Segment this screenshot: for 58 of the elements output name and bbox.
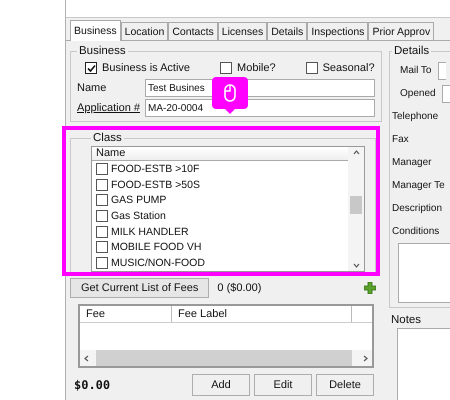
action-button[interactable]: Delete <box>316 374 374 396</box>
group-title: Class <box>92 132 123 144</box>
tab[interactable]: Licenses <box>218 22 268 40</box>
total-amount: $0.00 <box>74 378 112 392</box>
checkbox[interactable] <box>220 62 232 74</box>
list-item[interactable]: MUSIC/NON-FOOD <box>111 257 205 270</box>
checkbox[interactable] <box>96 194 108 206</box>
scrollbar[interactable] <box>80 350 372 366</box>
get-fees-button[interactable]: Get Current List of Fees <box>70 278 210 298</box>
fee-count: 0 ($0.00) <box>217 282 262 294</box>
plus-icon[interactable] <box>364 282 376 294</box>
field-label: Description <box>392 203 442 214</box>
action-button[interactable]: Edit <box>254 374 312 396</box>
checkbox[interactable] <box>96 178 108 191</box>
checkbox[interactable] <box>85 62 97 74</box>
input-field[interactable]: MA-20-0004 <box>145 98 375 116</box>
tab[interactable]: Inspections <box>307 22 368 40</box>
group-title: Details <box>393 45 430 57</box>
field-label: Conditions <box>392 226 440 237</box>
tab[interactable]: Contacts <box>168 22 218 40</box>
checkbox-label: Business is Active <box>102 62 190 74</box>
checkbox-label: Seasonal? <box>322 62 375 74</box>
field-label: Telephone <box>392 111 438 122</box>
list-item[interactable]: FOOD-ESTB >10F <box>111 162 200 175</box>
column-header[interactable]: Fee <box>80 306 172 322</box>
field-label: Mail To <box>400 65 432 76</box>
checkbox[interactable] <box>96 226 108 238</box>
field-label: Name <box>77 82 108 94</box>
mouse-icon <box>224 84 236 102</box>
tab[interactable]: Business <box>70 20 121 41</box>
checkbox[interactable] <box>96 257 108 270</box>
field-label: Manager Te <box>392 180 445 191</box>
list-item[interactable]: GAS PUMP <box>111 194 166 206</box>
column-header[interactable]: Fee Label <box>172 306 352 322</box>
checkbox[interactable] <box>306 62 318 74</box>
column-header[interactable]: Name <box>92 147 348 161</box>
list-item[interactable]: FOOD-ESTB >50S <box>111 178 200 191</box>
list-item[interactable]: MOBILE FOOD VH <box>111 241 202 254</box>
notes-label: Notes <box>391 314 422 326</box>
scrollbar[interactable] <box>348 147 364 271</box>
checkbox[interactable] <box>96 210 108 222</box>
checkbox[interactable] <box>96 162 108 175</box>
tab[interactable]: Location <box>120 22 168 40</box>
list-item[interactable]: MILK HANDLER <box>111 226 189 238</box>
field-label: Fax <box>392 134 409 145</box>
field-label: Manager <box>392 157 432 168</box>
field-link[interactable]: Application # <box>77 102 145 114</box>
list-item[interactable]: Gas Station <box>111 210 166 222</box>
input-field[interactable] <box>438 62 446 80</box>
group-title: Business <box>78 45 127 57</box>
field-label: Opened <box>400 88 436 99</box>
input-field[interactable] <box>442 84 450 102</box>
action-button[interactable]: Add <box>192 374 250 396</box>
checkbox[interactable] <box>96 241 108 254</box>
checkbox-label: Mobile? <box>237 62 276 74</box>
tab[interactable]: Prior Approv <box>368 22 434 40</box>
scroll-thumb[interactable] <box>350 196 362 214</box>
tab[interactable]: Details <box>267 22 308 40</box>
